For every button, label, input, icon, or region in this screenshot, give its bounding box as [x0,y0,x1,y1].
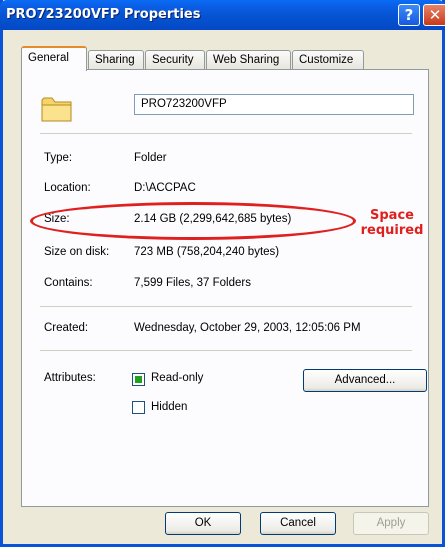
separator [40,306,412,307]
tab-general[interactable]: General [21,46,87,71]
contains-value: 7,599 Files, 37 Folders [134,277,251,289]
location-label: Location: [44,182,91,194]
created-value: Wednesday, October 29, 2003, 12:05:06 PM [134,322,361,334]
contains-label: Contains: [44,277,93,289]
type-label: Type: [44,152,73,164]
separator [40,133,412,134]
readonly-label[interactable]: Read-only [151,372,203,384]
size-on-disk-label: Size on disk: [44,246,110,258]
ok-button[interactable]: OK [165,512,241,535]
attributes-label: Attributes: [44,372,96,384]
help-button[interactable]: ? [398,4,420,26]
title-bar[interactable]: PRO723200VFP Properties ? ✕ [0,0,445,30]
tab-sharing[interactable]: Sharing [88,50,144,70]
window-title: PRO723200VFP Properties [6,7,201,22]
annotation-line-1: Space [370,208,414,223]
tab-security[interactable]: Security [145,50,205,70]
size-highlight-ellipse [30,202,356,240]
advanced-button[interactable]: Advanced... [303,369,427,392]
type-value: Folder [134,152,167,164]
tab-web-sharing[interactable]: Web Sharing [206,50,291,70]
folder-name-field[interactable]: PRO723200VFP [134,94,414,115]
annotation-line-2: required [360,223,424,238]
created-label: Created: [44,322,89,334]
cancel-button[interactable]: Cancel [260,512,336,535]
hidden-label[interactable]: Hidden [151,401,187,413]
readonly-checkbox[interactable] [132,373,145,386]
location-value: D:\ACCPAC [134,182,196,194]
close-button[interactable]: ✕ [423,4,445,26]
size-on-disk-value: 723 MB (758,204,240 bytes) [134,246,280,258]
hidden-checkbox[interactable] [132,401,145,414]
properties-dialog: PRO723200VFP Properties ? ✕ General Shar… [0,0,445,547]
folder-icon [41,97,72,122]
space-required-annotation: Space required [352,208,432,238]
tab-customize[interactable]: Customize [292,50,364,70]
apply-button[interactable]: Apply [353,512,429,535]
general-tab-panel: PRO723200VFP Type: Folder Location: D:\A… [21,69,429,507]
separator [40,350,412,351]
